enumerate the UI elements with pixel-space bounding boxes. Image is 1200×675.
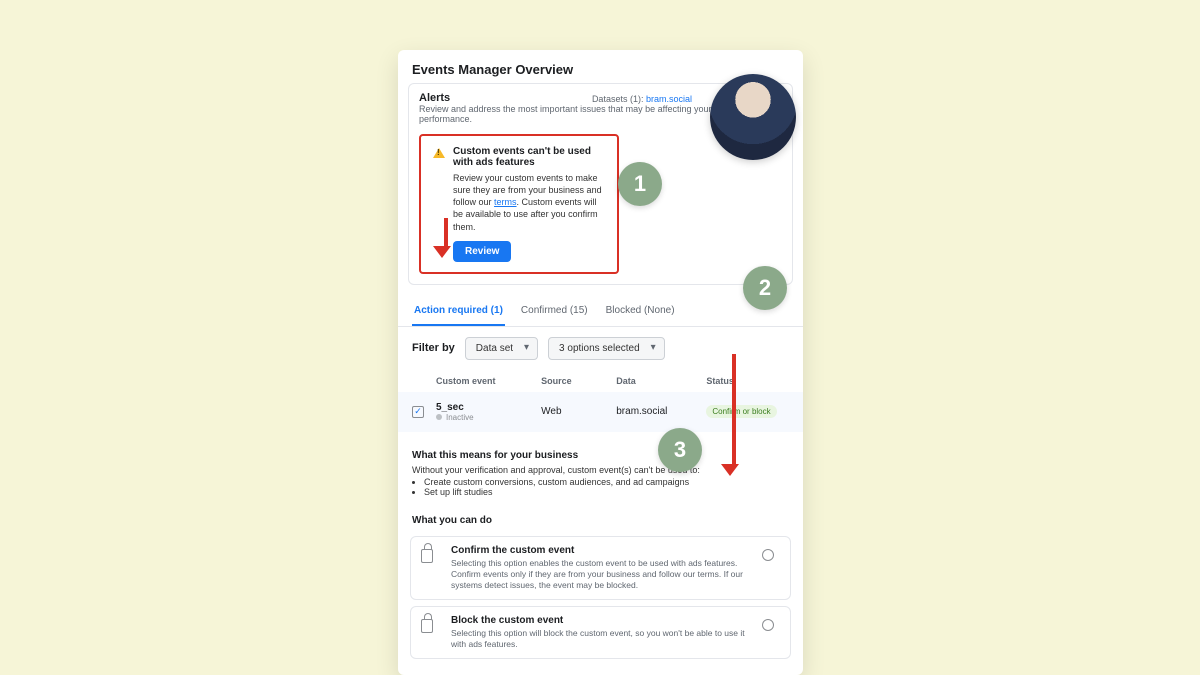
option-title: Block the custom event bbox=[451, 615, 752, 626]
col-status: Status bbox=[706, 376, 789, 386]
col-source: Source bbox=[541, 376, 616, 386]
datasets-label-row: Datasets (1): bram.social bbox=[592, 94, 692, 104]
option-block[interactable]: Block the custom event Selecting this op… bbox=[410, 606, 791, 659]
list-item: Set up lift studies bbox=[424, 487, 789, 497]
means-heading: What this means for your business bbox=[398, 442, 803, 465]
avatar bbox=[710, 74, 796, 160]
tab-blocked[interactable]: Blocked (None) bbox=[604, 297, 677, 326]
means-lead: Without your verification and approval, … bbox=[398, 465, 803, 477]
table-row[interactable]: ✓ 5_sec Inactive Web bram.social Confirm… bbox=[398, 392, 803, 432]
annotation-arrow-1 bbox=[440, 218, 451, 258]
alerts-box: Alerts Review and address the most impor… bbox=[408, 83, 793, 285]
option-radio[interactable] bbox=[762, 549, 774, 561]
col-data: Data bbox=[616, 376, 706, 386]
means-list: Create custom conversions, custom audien… bbox=[398, 477, 803, 497]
inactive-dot-icon bbox=[436, 414, 442, 420]
option-radio[interactable] bbox=[762, 619, 774, 631]
options-select[interactable]: 3 options selected bbox=[548, 337, 665, 360]
row-checkbox[interactable]: ✓ bbox=[412, 406, 424, 418]
datasets-link[interactable]: bram.social bbox=[646, 94, 692, 104]
filter-label: Filter by bbox=[412, 342, 455, 354]
dataset-select[interactable]: Data set bbox=[465, 337, 538, 360]
cando-heading: What you can do bbox=[398, 507, 803, 530]
datasets-label: Datasets (1): bbox=[592, 94, 644, 104]
annotation-arrow-2 bbox=[728, 354, 739, 476]
annotation-badge-2: 2 bbox=[743, 266, 787, 310]
annotation-badge-1: 1 bbox=[618, 162, 662, 206]
warning-icon bbox=[433, 148, 445, 158]
filter-row: Filter by Data set 3 options selected bbox=[398, 327, 803, 370]
event-source: Web bbox=[541, 406, 616, 417]
review-button[interactable]: Review bbox=[453, 241, 511, 262]
alert-title: Custom events can't be used with ads fea… bbox=[453, 146, 605, 168]
lock-icon bbox=[421, 619, 433, 633]
tab-action-required[interactable]: Action required (1) bbox=[412, 297, 505, 326]
option-title: Confirm the custom event bbox=[451, 545, 752, 556]
option-desc: Selecting this option enables the custom… bbox=[451, 558, 752, 591]
list-item: Create custom conversions, custom audien… bbox=[424, 477, 789, 487]
event-data: bram.social bbox=[616, 406, 706, 417]
table-header: Custom event Source Data Status bbox=[398, 370, 803, 392]
lock-icon bbox=[421, 549, 433, 563]
event-state: Inactive bbox=[436, 413, 541, 422]
option-confirm[interactable]: Confirm the custom event Selecting this … bbox=[410, 536, 791, 600]
alert-body: Review your custom events to make sure t… bbox=[453, 172, 605, 233]
tab-confirmed[interactable]: Confirmed (15) bbox=[519, 297, 590, 326]
annotation-badge-3: 3 bbox=[658, 428, 702, 472]
option-desc: Selecting this option will block the cus… bbox=[451, 628, 752, 650]
terms-link[interactable]: terms bbox=[494, 197, 517, 207]
tab-bar: Action required (1) Confirmed (15) Block… bbox=[398, 297, 803, 327]
events-manager-panel: Events Manager Overview Alerts Review an… bbox=[398, 50, 803, 675]
status-pill[interactable]: Confirm or block bbox=[706, 405, 776, 418]
col-custom-event: Custom event bbox=[436, 376, 541, 386]
event-name: 5_sec bbox=[436, 402, 541, 413]
